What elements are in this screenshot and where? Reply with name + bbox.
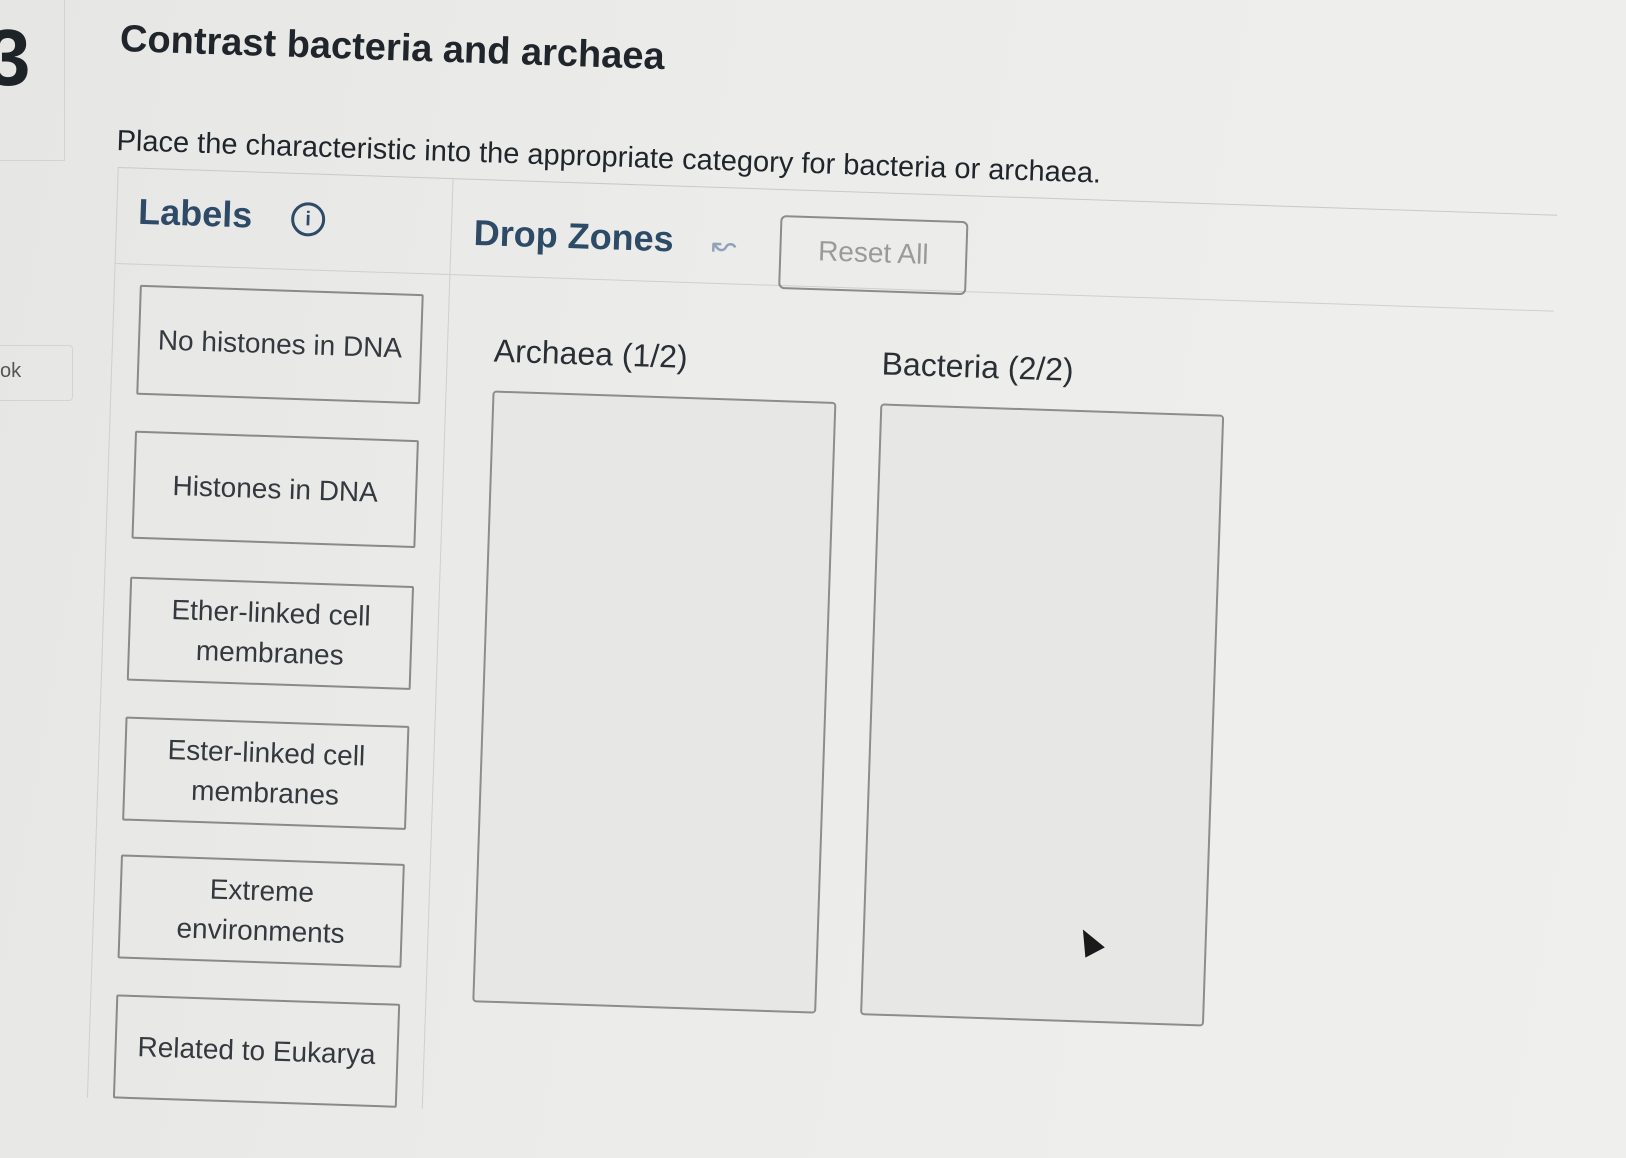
labels-column-edge (86, 167, 119, 1098)
page: 3 ok Contrast bacteria and archaea Place… (0, 0, 1626, 1158)
label-card-text: Histones in DNA (172, 469, 379, 508)
label-card-related-to-eukarya[interactable]: Related to Eukarya (112, 994, 401, 1108)
reset-all-button[interactable]: Reset All (778, 214, 969, 296)
drop-zones-heading: Drop Zones (473, 211, 675, 260)
label-card-ester-linked[interactable]: Ester-linked cell membranes (122, 716, 410, 830)
label-card-text: No histones in DNA (157, 324, 403, 364)
bacteria-drop-zone[interactable] (860, 403, 1225, 1027)
info-icon[interactable]: i (290, 201, 326, 237)
archaea-zone-title: Archaea (1/2) (493, 332, 689, 375)
undo-icon[interactable]: ↜ (711, 228, 737, 264)
archaea-drop-zone[interactable] (472, 390, 837, 1014)
label-card-text: Ester-linked cell membranes (167, 733, 366, 811)
label-card-extreme-environments[interactable]: Extreme environments (117, 854, 405, 968)
label-card-no-histones[interactable]: No histones in DNA (136, 284, 424, 405)
label-card-text: Ether-linked cell membranes (171, 594, 372, 671)
label-card-text: Related to Eukarya (137, 1031, 377, 1071)
column-divider (421, 179, 454, 1109)
drag-drop-panel: Labels i Drop Zones ↜ Reset All No histo… (85, 166, 1557, 1158)
question-title: Contrast bacteria and archaea (119, 18, 666, 79)
label-card-ether-linked[interactable]: Ether-linked cell membranes (126, 576, 415, 690)
question-content: Contrast bacteria and archaea Place the … (0, 0, 1626, 1158)
label-card-text: Extreme environments (176, 873, 346, 949)
labels-heading: Labels (137, 190, 253, 236)
label-card-histones[interactable]: Histones in DNA (131, 430, 419, 549)
bacteria-zone-title: Bacteria (2/2) (881, 345, 1075, 388)
